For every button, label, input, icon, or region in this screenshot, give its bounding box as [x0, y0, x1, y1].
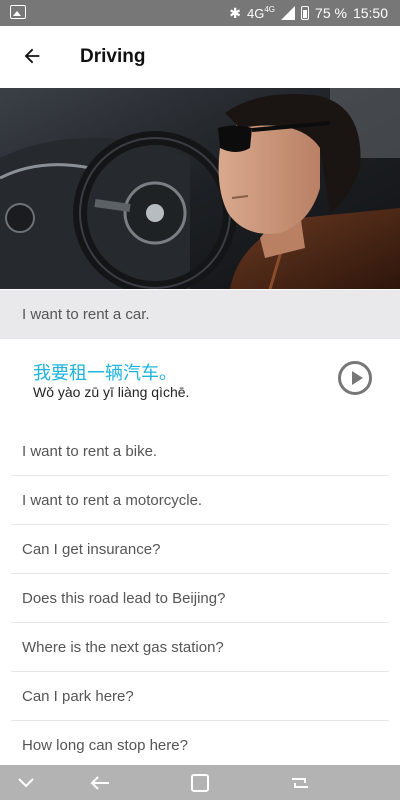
phrase-text: Can I get insurance? — [22, 540, 161, 558]
list-item-selected[interactable]: I want to rent a car. — [0, 290, 400, 339]
list-item[interactable]: Does this road lead to Beijing? — [11, 574, 389, 623]
nav-recents-button[interactable] — [280, 765, 320, 800]
nav-home-button[interactable] — [180, 765, 220, 800]
clock: 15:50 — [352, 5, 388, 21]
translation-panel: 我要租一辆汽车。 Wǒ yào zū yī liàng qìchē. — [0, 339, 400, 427]
phrase-text: Where is the next gas station? — [22, 638, 224, 656]
status-bar: ✱ 4G4G 75 % 15:50 — [0, 0, 400, 26]
app-bar: Driving — [0, 26, 400, 88]
back-arrow-icon — [90, 775, 109, 790]
back-button[interactable] — [18, 42, 46, 70]
chinese-translation: 我要租一辆汽车。 — [33, 363, 177, 383]
page-title: Driving — [80, 46, 146, 67]
chevron-down-icon — [18, 777, 34, 787]
man-in-car-photo — [0, 88, 400, 289]
phrase-text: I want to rent a motorcycle. — [22, 491, 203, 509]
square-icon — [191, 773, 209, 792]
recents-icon — [292, 777, 308, 788]
bluetooth-icon: ✱ — [229, 4, 242, 21]
hide-keyboard-button[interactable] — [6, 765, 46, 800]
phrase-text: Can I park here? — [22, 687, 134, 705]
list-item[interactable]: Can I get insurance? — [11, 525, 389, 574]
list-item[interactable]: How long can stop here? — [11, 721, 389, 770]
list-item[interactable]: I want to rent a motorcycle. — [11, 476, 389, 525]
battery-icon — [301, 6, 310, 20]
play-audio-button[interactable] — [338, 361, 372, 395]
arrow-left-icon — [24, 48, 40, 64]
phrase-list: I want to rent a car. 我要租一辆汽车。 Wǒ yào zū… — [0, 290, 400, 770]
nav-back-button[interactable] — [80, 765, 120, 800]
pinyin-text: Wǒ yào zū yī liàng qìchē. — [33, 384, 190, 400]
list-item[interactable]: Can I park here? — [11, 672, 389, 721]
list-item[interactable]: Where is the next gas station? — [11, 623, 389, 672]
phrase-text: I want to rent a bike. — [22, 442, 158, 460]
phrase-text: I want to rent a car. — [22, 306, 150, 323]
signal-icon — [281, 6, 296, 20]
status-indicators: ✱ 4G4G 75 % 15:50 — [229, 3, 388, 23]
hero-image — [0, 88, 400, 289]
list-item[interactable]: I want to rent a bike. — [11, 427, 389, 476]
battery-percentage: 75 % — [315, 5, 347, 21]
image-notification-icon — [10, 5, 26, 19]
system-nav-bar — [0, 765, 400, 800]
phrase-text: Does this road lead to Beijing? — [22, 589, 226, 607]
phrase-text: How long can stop here? — [22, 736, 188, 754]
network-type: 4G4G — [247, 5, 276, 21]
